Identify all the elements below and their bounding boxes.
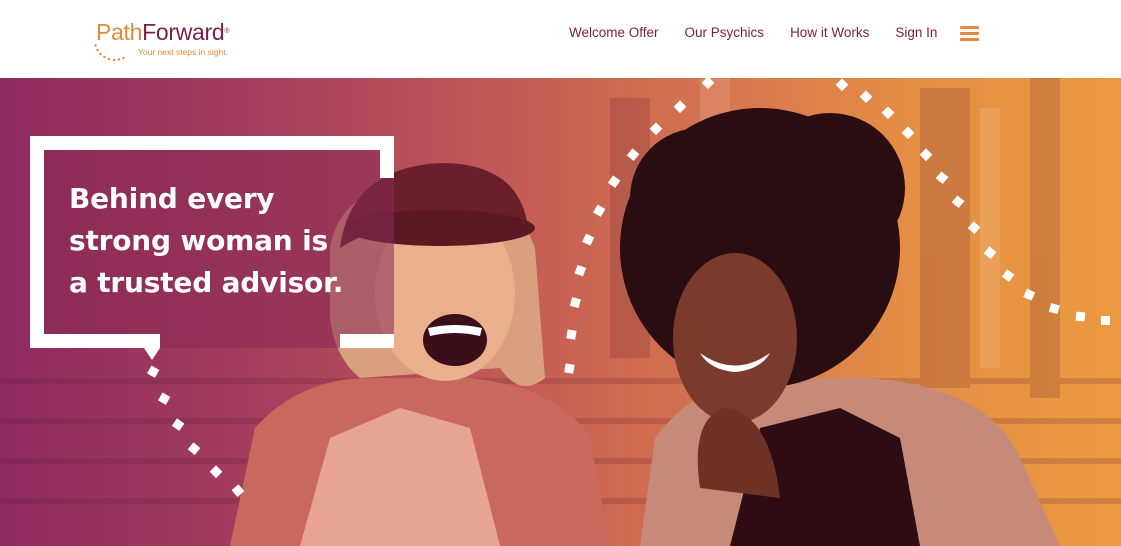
- main-nav: Welcome Offer Our Psychics How it Works …: [569, 24, 963, 42]
- headline-line-2: strong woman is: [69, 224, 328, 257]
- hamburger-menu-icon[interactable]: [960, 26, 979, 41]
- nav-how-it-works[interactable]: How it Works: [790, 24, 869, 42]
- nav-our-psychics[interactable]: Our Psychics: [685, 24, 765, 42]
- logo-tagline: Your next steps in sight.: [138, 47, 228, 57]
- logo-wordmark: PathForward®: [96, 19, 230, 45]
- hero-banner: Behind every strong woman is a trusted a…: [0, 78, 1121, 546]
- headline-line-1: Behind every: [69, 182, 275, 215]
- hero-headline: Behind every strong woman is a trusted a…: [69, 178, 369, 304]
- nav-welcome-offer[interactable]: Welcome Offer: [569, 24, 659, 42]
- hero-photo: [0, 78, 1121, 546]
- headline-line-3: a trusted advisor.: [69, 266, 344, 299]
- site-header: PathForward® Your next steps in sight. W…: [0, 0, 1121, 78]
- nav-sign-in[interactable]: Sign In: [895, 24, 937, 42]
- pathforward-logo[interactable]: PathForward® Your next steps in sight.: [94, 14, 256, 62]
